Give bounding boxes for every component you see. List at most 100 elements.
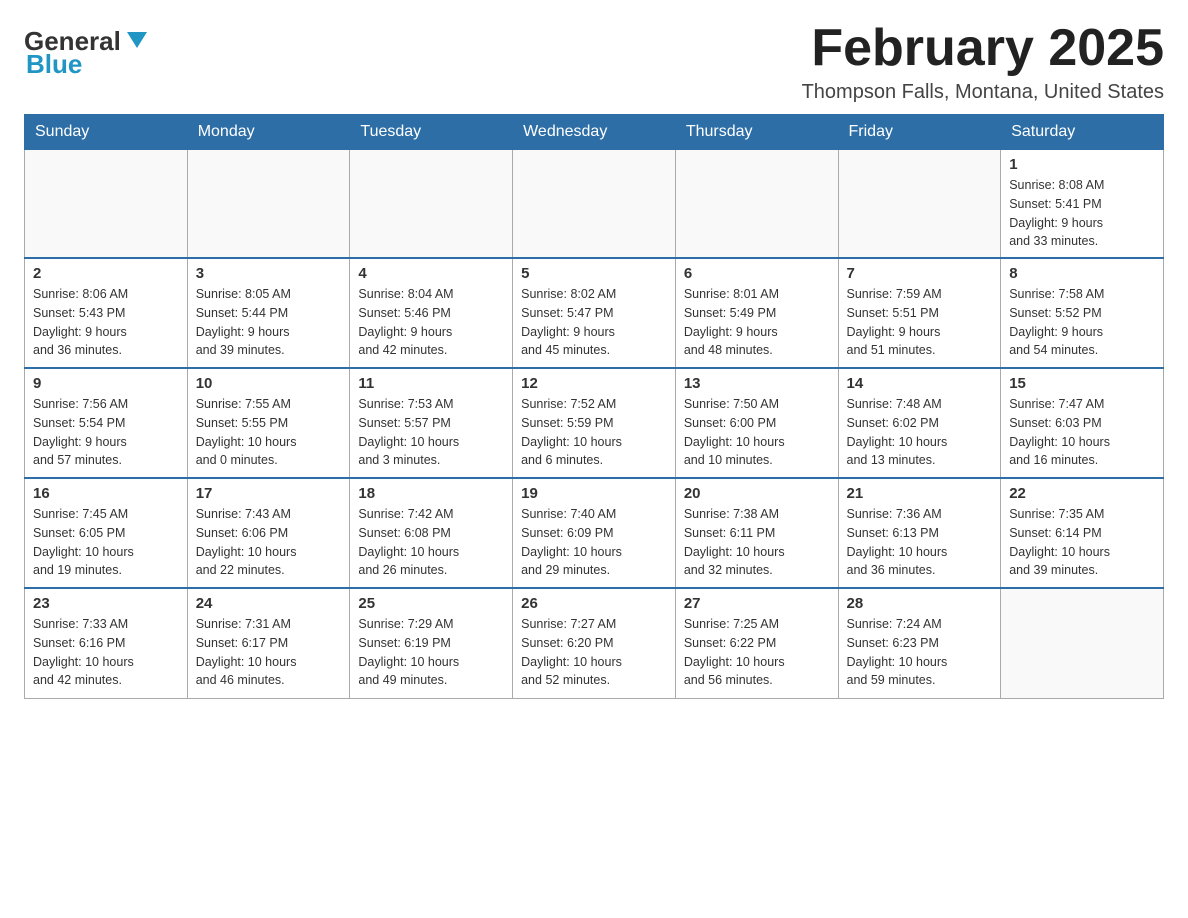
table-row: 23 Sunrise: 7:33 AM Sunset: 6:16 PM Dayli… <box>25 588 188 698</box>
header-sunday: Sunday <box>25 115 188 150</box>
table-row <box>350 150 513 259</box>
calendar-header-row: Sunday Monday Tuesday Wednesday Thursday… <box>25 115 1164 150</box>
day-number: 23 <box>33 595 179 612</box>
table-row: 2 Sunrise: 8:06 AM Sunset: 5:43 PM Daylig… <box>25 258 188 368</box>
table-row <box>25 150 188 259</box>
location-title: Thompson Falls, Montana, United States <box>802 81 1164 104</box>
day-number: 13 <box>684 375 830 392</box>
logo: General Blue <box>24 26 151 80</box>
table-row: 19 Sunrise: 7:40 AM Sunset: 6:09 PM Dayli… <box>513 478 676 588</box>
logo-triangle-icon <box>123 26 151 54</box>
day-info: Sunrise: 7:36 AM Sunset: 6:13 PM Dayligh… <box>847 505 993 580</box>
header-wednesday: Wednesday <box>513 115 676 150</box>
day-info: Sunrise: 7:50 AM Sunset: 6:00 PM Dayligh… <box>684 395 830 470</box>
table-row: 18 Sunrise: 7:42 AM Sunset: 6:08 PM Dayli… <box>350 478 513 588</box>
day-number: 15 <box>1009 375 1155 392</box>
day-number: 14 <box>847 375 993 392</box>
day-info: Sunrise: 7:38 AM Sunset: 6:11 PM Dayligh… <box>684 505 830 580</box>
table-row <box>675 150 838 259</box>
day-number: 27 <box>684 595 830 612</box>
day-number: 25 <box>358 595 504 612</box>
day-info: Sunrise: 7:47 AM Sunset: 6:03 PM Dayligh… <box>1009 395 1155 470</box>
day-info: Sunrise: 7:56 AM Sunset: 5:54 PM Dayligh… <box>33 395 179 470</box>
day-info: Sunrise: 7:29 AM Sunset: 6:19 PM Dayligh… <box>358 615 504 690</box>
page-container: General Blue February 2025 Thompson Fall… <box>0 0 1188 719</box>
day-info: Sunrise: 7:59 AM Sunset: 5:51 PM Dayligh… <box>847 285 993 360</box>
day-number: 1 <box>1009 156 1155 173</box>
week-row-4: 16 Sunrise: 7:45 AM Sunset: 6:05 PM Dayli… <box>25 478 1164 588</box>
day-info: Sunrise: 7:42 AM Sunset: 6:08 PM Dayligh… <box>358 505 504 580</box>
day-info: Sunrise: 7:58 AM Sunset: 5:52 PM Dayligh… <box>1009 285 1155 360</box>
day-info: Sunrise: 8:08 AM Sunset: 5:41 PM Dayligh… <box>1009 176 1155 251</box>
table-row: 24Sunrise: 7:31 AM Sunset: 6:17 PM Dayli… <box>187 588 350 698</box>
table-row <box>1001 588 1164 698</box>
day-info: Sunrise: 7:40 AM Sunset: 6:09 PM Dayligh… <box>521 505 667 580</box>
day-number: 21 <box>847 485 993 502</box>
day-number: 7 <box>847 265 993 282</box>
header-friday: Friday <box>838 115 1001 150</box>
day-number: 18 <box>358 485 504 502</box>
day-number: 22 <box>1009 485 1155 502</box>
logo-blue: Blue <box>26 49 82 80</box>
day-number: 19 <box>521 485 667 502</box>
day-number: 24 <box>196 595 342 612</box>
day-number: 26 <box>521 595 667 612</box>
table-row: 10Sunrise: 7:55 AM Sunset: 5:55 PM Dayli… <box>187 368 350 478</box>
month-title: February 2025 <box>802 20 1164 77</box>
day-info: Sunrise: 7:45 AM Sunset: 6:05 PM Dayligh… <box>33 505 179 580</box>
day-info: Sunrise: 8:04 AM Sunset: 5:46 PM Dayligh… <box>358 285 504 360</box>
day-info: Sunrise: 8:05 AM Sunset: 5:44 PM Dayligh… <box>196 285 342 360</box>
table-row <box>513 150 676 259</box>
day-number: 16 <box>33 485 179 502</box>
header-tuesday: Tuesday <box>350 115 513 150</box>
table-row: 13 Sunrise: 7:50 AM Sunset: 6:00 PM Dayli… <box>675 368 838 478</box>
day-number: 6 <box>684 265 830 282</box>
day-number: 12 <box>521 375 667 392</box>
day-number: 3 <box>196 265 342 282</box>
week-row-5: 23 Sunrise: 7:33 AM Sunset: 6:16 PM Dayli… <box>25 588 1164 698</box>
table-row: 25 Sunrise: 7:29 AM Sunset: 6:19 PM Dayli… <box>350 588 513 698</box>
week-row-2: 2 Sunrise: 8:06 AM Sunset: 5:43 PM Daylig… <box>25 258 1164 368</box>
day-info: Sunrise: 8:01 AM Sunset: 5:49 PM Dayligh… <box>684 285 830 360</box>
table-row: 27Sunrise: 7:25 AM Sunset: 6:22 PM Dayli… <box>675 588 838 698</box>
header-thursday: Thursday <box>675 115 838 150</box>
table-row: 15 Sunrise: 7:47 AM Sunset: 6:03 PM Dayli… <box>1001 368 1164 478</box>
day-info: Sunrise: 7:52 AM Sunset: 5:59 PM Dayligh… <box>521 395 667 470</box>
day-info: Sunrise: 7:33 AM Sunset: 6:16 PM Dayligh… <box>33 615 179 690</box>
day-number: 11 <box>358 375 504 392</box>
header-saturday: Saturday <box>1001 115 1164 150</box>
day-number: 17 <box>196 485 342 502</box>
table-row: 22 Sunrise: 7:35 AM Sunset: 6:14 PM Dayli… <box>1001 478 1164 588</box>
week-row-1: 1 Sunrise: 8:08 AM Sunset: 5:41 PM Daylig… <box>25 150 1164 259</box>
day-info: Sunrise: 7:27 AM Sunset: 6:20 PM Dayligh… <box>521 615 667 690</box>
table-row: 5Sunrise: 8:02 AM Sunset: 5:47 PM Daylig… <box>513 258 676 368</box>
table-row: 8 Sunrise: 7:58 AM Sunset: 5:52 PM Daylig… <box>1001 258 1164 368</box>
day-info: Sunrise: 8:02 AM Sunset: 5:47 PM Dayligh… <box>521 285 667 360</box>
day-info: Sunrise: 8:06 AM Sunset: 5:43 PM Dayligh… <box>33 285 179 360</box>
table-row: 16 Sunrise: 7:45 AM Sunset: 6:05 PM Dayli… <box>25 478 188 588</box>
day-info: Sunrise: 7:43 AM Sunset: 6:06 PM Dayligh… <box>196 505 342 580</box>
day-info: Sunrise: 7:35 AM Sunset: 6:14 PM Dayligh… <box>1009 505 1155 580</box>
day-number: 10 <box>196 375 342 392</box>
week-row-3: 9Sunrise: 7:56 AM Sunset: 5:54 PM Daylig… <box>25 368 1164 478</box>
table-row: 17 Sunrise: 7:43 AM Sunset: 6:06 PM Dayli… <box>187 478 350 588</box>
title-section: February 2025 Thompson Falls, Montana, U… <box>802 20 1164 104</box>
table-row: 21 Sunrise: 7:36 AM Sunset: 6:13 PM Dayli… <box>838 478 1001 588</box>
day-number: 4 <box>358 265 504 282</box>
header: General Blue February 2025 Thompson Fall… <box>24 20 1164 104</box>
day-info: Sunrise: 7:24 AM Sunset: 6:23 PM Dayligh… <box>847 615 993 690</box>
table-row <box>838 150 1001 259</box>
header-monday: Monday <box>187 115 350 150</box>
table-row: 3 Sunrise: 8:05 AM Sunset: 5:44 PM Daylig… <box>187 258 350 368</box>
table-row: 6 Sunrise: 8:01 AM Sunset: 5:49 PM Daylig… <box>675 258 838 368</box>
table-row: 1 Sunrise: 8:08 AM Sunset: 5:41 PM Daylig… <box>1001 150 1164 259</box>
table-row: 9Sunrise: 7:56 AM Sunset: 5:54 PM Daylig… <box>25 368 188 478</box>
table-row <box>187 150 350 259</box>
table-row: 14Sunrise: 7:48 AM Sunset: 6:02 PM Dayli… <box>838 368 1001 478</box>
day-number: 8 <box>1009 265 1155 282</box>
table-row: 26 Sunrise: 7:27 AM Sunset: 6:20 PM Dayli… <box>513 588 676 698</box>
day-number: 20 <box>684 485 830 502</box>
table-row: 7 Sunrise: 7:59 AM Sunset: 5:51 PM Daylig… <box>838 258 1001 368</box>
table-row: 4 Sunrise: 8:04 AM Sunset: 5:46 PM Daylig… <box>350 258 513 368</box>
day-number: 2 <box>33 265 179 282</box>
